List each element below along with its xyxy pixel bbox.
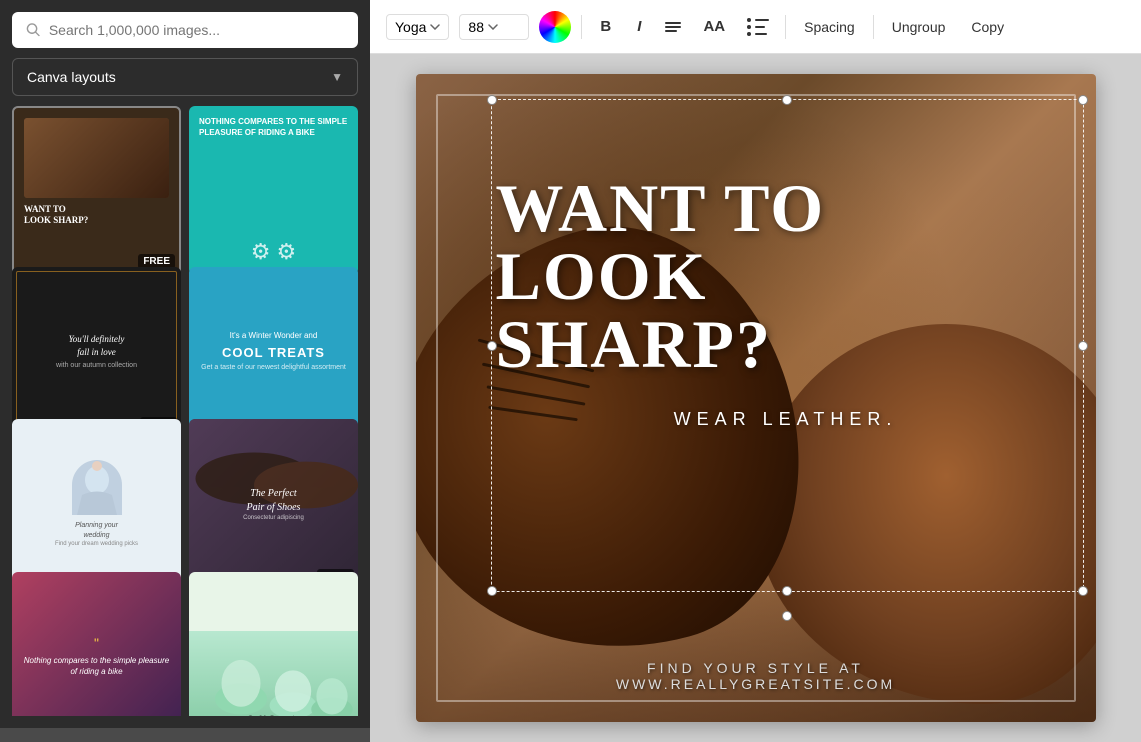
quote-icon: " [94, 635, 99, 651]
align-line [665, 26, 681, 28]
headline-text-group: WANT TO LOOK SHARP? [496, 174, 1076, 378]
layouts-label: Canva layouts [27, 69, 116, 85]
footer-line2: WWW.REALLYGREATSITE.COM [416, 676, 1096, 692]
list-bar [755, 26, 765, 28]
spacing-button[interactable]: Spacing [796, 15, 863, 39]
chevron-down-icon: ▼ [331, 70, 343, 84]
headline-line3: SHARP? [496, 310, 1076, 378]
list-item[interactable]: " Nothing compares to the simple pleasur… [12, 572, 181, 717]
toolbar-divider [581, 15, 582, 39]
subheadline-text: WEAR LEATHER. [496, 409, 1076, 430]
layouts-dropdown[interactable]: Canva layouts ▼ [12, 58, 358, 96]
ungroup-button[interactable]: Ungroup [884, 15, 954, 39]
thumbnail-subtext: with our autumn collection [56, 362, 137, 369]
list-button[interactable] [741, 14, 775, 40]
thumbnail-text: Nothing compares to the simple pleasure … [20, 655, 173, 677]
sidebar: Canva layouts ▼ WANT TOLOOK SHARP? FREE … [0, 0, 370, 728]
list-item[interactable]: Café Sweets IT'S A WINTER WONDERLAND [189, 572, 358, 717]
bold-button[interactable]: B [592, 14, 619, 39]
search-input[interactable] [49, 22, 344, 38]
list-line [747, 25, 769, 29]
list-dot [747, 25, 751, 29]
search-bar[interactable] [12, 12, 358, 48]
font-name: Yoga [395, 19, 426, 35]
thumbnail-text: COOL TREATS [222, 345, 325, 360]
thumbnail-text: You'll definitelyfall in love [69, 333, 125, 358]
main-area: Yoga 88 B I AA [370, 0, 1141, 728]
thumbnail-title: It's a Winter Wonder and [230, 331, 318, 341]
text-case-button[interactable]: AA [697, 14, 731, 39]
font-size-selector[interactable]: 88 [459, 14, 529, 40]
chevron-down-icon [488, 24, 498, 30]
cupcake-image [189, 631, 358, 716]
canvas-area[interactable]: WANT TO LOOK SHARP? WEAR LEATHER. FIND Y… [370, 54, 1141, 742]
bike-icon: ⚙ ⚙ [199, 239, 348, 265]
list-item[interactable]: It's a Winter Wonder and COOL TREATS Get… [189, 267, 358, 436]
footer-text: FIND YOUR STYLE AT WWW.REALLYGREATSITE.C… [416, 660, 1096, 692]
align-button[interactable] [659, 18, 687, 36]
list-item[interactable]: Planning yourwedding Find your dream wed… [12, 419, 181, 588]
thumbnail-text: NOTHING COMPARES TO THE SIMPLE PLEASURE … [199, 116, 348, 138]
list-item[interactable]: WANT TOLOOK SHARP? FREE [12, 106, 181, 275]
toolbar: Yoga 88 B I AA [370, 0, 1141, 54]
list-item[interactable]: NOTHING COMPARES TO THE SIMPLE PLEASURE … [189, 106, 358, 275]
toolbar-divider [785, 15, 786, 39]
copy-button[interactable]: Copy [963, 15, 1012, 39]
chevron-down-icon [430, 24, 440, 30]
list-dot [747, 32, 751, 36]
font-selector[interactable]: Yoga [386, 14, 449, 40]
list-item[interactable]: You'll definitelyfall in love with our a… [12, 267, 181, 436]
list-dot [747, 18, 751, 22]
thumbnail-subtext: Find your dream wedding picks [55, 541, 138, 547]
list-item[interactable]: The PerfectPair of Shoes Consectetur adi… [189, 419, 358, 588]
canvas: WANT TO LOOK SHARP? WEAR LEATHER. FIND Y… [416, 74, 1096, 722]
thumbnail-text: Planning yourwedding [75, 521, 118, 541]
list-line [747, 18, 769, 22]
headline-line2: LOOK [496, 242, 1076, 310]
thumbnail-image [24, 118, 169, 198]
thumbnail-subtext: Consectetur adipiscing [243, 515, 304, 521]
align-line [665, 22, 681, 24]
list-bar [755, 19, 769, 21]
headline-line1: WANT TO [496, 174, 1076, 242]
list-bar [755, 33, 767, 35]
thumbnail-image [72, 460, 122, 515]
search-icon [26, 22, 41, 38]
thumbnail-subtext: Get a taste of our newest delightful ass… [201, 364, 346, 371]
thumbnails-grid: WANT TOLOOK SHARP? FREE NOTHING COMPARES… [12, 106, 358, 716]
thumbnail-text: WANT TOLOOK SHARP? [24, 204, 88, 227]
italic-button[interactable]: I [629, 14, 649, 39]
list-line [747, 32, 769, 36]
toolbar-divider [873, 15, 874, 39]
thumbnail-text: The PerfectPair of Shoes [247, 487, 301, 515]
thumbnail-title: Café Sweets [247, 714, 300, 717]
align-line [665, 30, 677, 32]
font-size: 88 [468, 19, 484, 35]
color-picker-button[interactable] [539, 11, 571, 43]
footer-line1: FIND YOUR STYLE AT [416, 660, 1096, 676]
